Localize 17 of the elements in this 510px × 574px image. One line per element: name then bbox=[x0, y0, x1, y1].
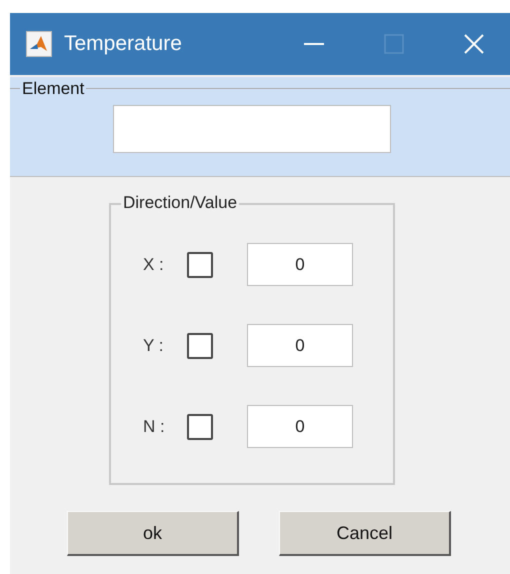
dialog-button[interactable]: ok bbox=[67, 511, 239, 556]
axis-label: Y : bbox=[143, 334, 164, 357]
app-logo-icon bbox=[26, 31, 52, 57]
minimize-icon bbox=[304, 42, 324, 46]
axis-label: X : bbox=[143, 254, 165, 276]
element-field[interactable] bbox=[113, 105, 391, 153]
checkbox[interactable] bbox=[187, 252, 213, 278]
value-field[interactable]: 0 bbox=[247, 324, 353, 367]
maximize-icon bbox=[384, 34, 404, 54]
checkbox[interactable] bbox=[187, 332, 213, 358]
dialog-button[interactable]: Cancel bbox=[279, 511, 451, 556]
window-title: Temperature bbox=[64, 31, 182, 58]
value-field[interactable]: 0 bbox=[247, 405, 353, 448]
axis-label: N : bbox=[143, 416, 166, 438]
checkbox[interactable] bbox=[187, 414, 213, 440]
close-icon bbox=[463, 33, 485, 55]
value-field[interactable]: 0 bbox=[247, 243, 353, 286]
